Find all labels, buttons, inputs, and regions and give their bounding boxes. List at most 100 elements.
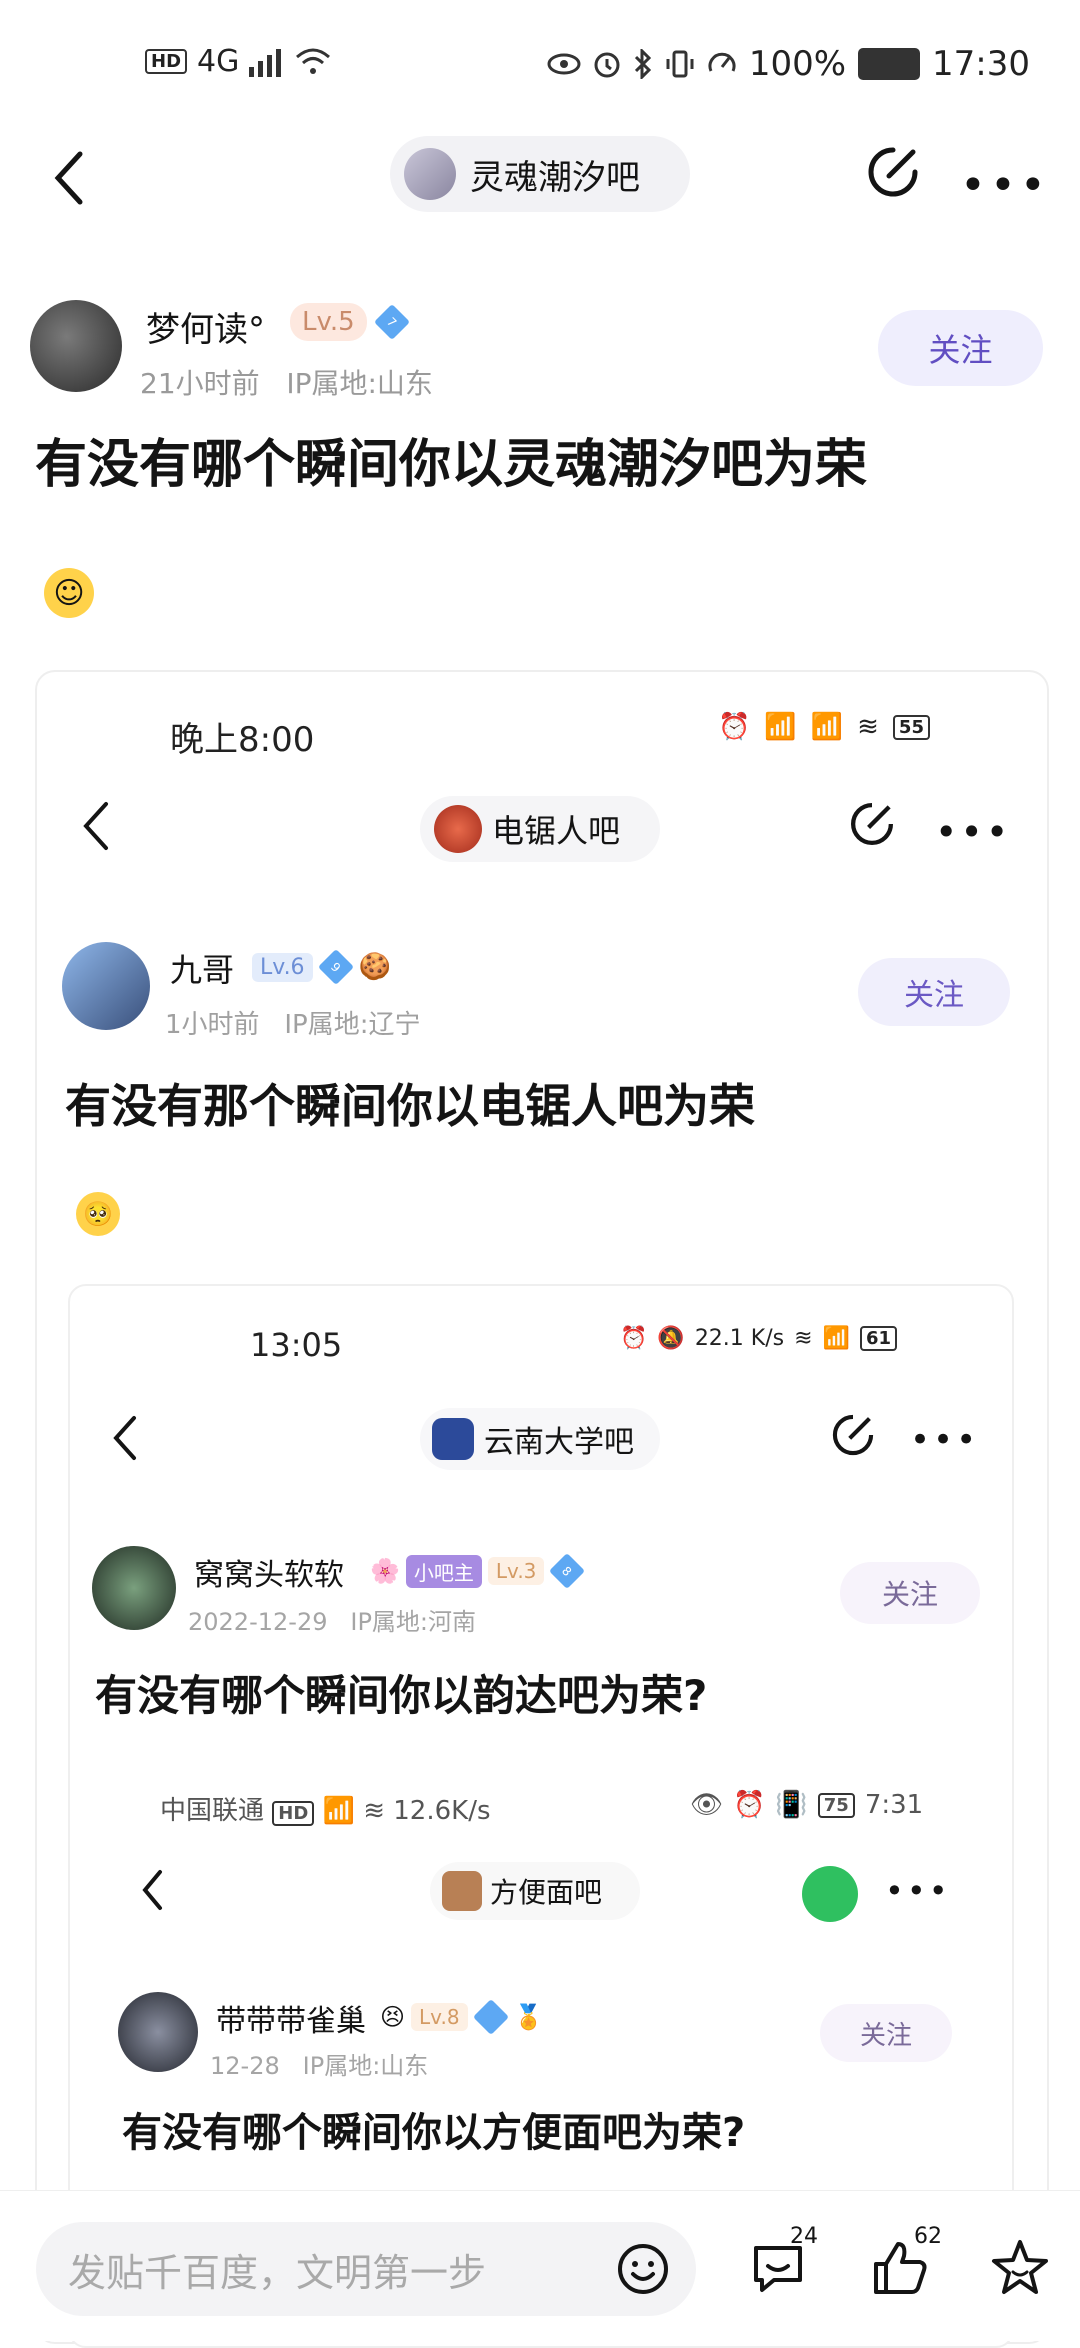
embed2-battery: 61 (859, 1326, 897, 1351)
embed2-wifi-icon: ≋ (794, 1326, 813, 1351)
embed3-signal-icon: 📶 (322, 1796, 355, 1826)
embed2-date: 2022-12-29 (188, 1608, 328, 1636)
embed3-hd-icon: HD (272, 1801, 315, 1826)
embed2-rank-number: 8 (559, 1563, 576, 1579)
embed2-author-avatar (92, 1546, 176, 1630)
embed3-wechat-icon (802, 1866, 858, 1922)
more-icon[interactable]: ••• (960, 160, 1050, 211)
embed3-more-icon: ••• (885, 1872, 951, 1910)
embed1-ip: IP属地:辽宁 (284, 1010, 421, 1040)
author-avatar[interactable] (30, 300, 122, 392)
embed2-flower-icon: 🌸 (370, 1557, 400, 1585)
network-label: 4G (197, 44, 240, 79)
embed3-wifi-icon: ≋ (363, 1796, 385, 1826)
embed2-mod-tag: 小吧主 (405, 1554, 482, 1588)
embed2-time: 13:05 (250, 1326, 343, 1364)
embed3-title: 有没有哪个瞬间你以方便面吧为荣? (122, 2110, 746, 2156)
signal-icon (249, 48, 282, 77)
embed1-author-name: 九哥 (170, 951, 235, 989)
embed3-forum-pill: 方便面吧 (430, 1862, 640, 1920)
embed2-title: 有没有哪个瞬间你以韵达吧为荣? (95, 1671, 708, 1720)
embed3-forum-avatar (442, 1871, 482, 1911)
embed3-author-avatar (118, 1992, 198, 2072)
embed2-mute-icon: 🔕 (657, 1326, 685, 1351)
embed3-author-name: 带带带雀巢 (216, 2004, 366, 2039)
embed1-battery: 55 (892, 714, 930, 740)
level-badge: Lv.5 (290, 303, 367, 341)
embed3-forum-name: 方便面吧 (490, 1876, 603, 1909)
status-right: 100% 17:30 (547, 44, 1030, 84)
embed3-net-speed: 12.6K/s (393, 1796, 491, 1826)
embed1-alarm-icon: ⏰ (718, 712, 751, 742)
follow-button[interactable]: 关注 (878, 310, 1043, 386)
embed1-back-icon (83, 802, 108, 850)
embed3-ip: IP属地:山东 (302, 2052, 429, 2080)
author-badges: Lv.5 7 (290, 303, 410, 341)
battery-percent: 100% (748, 44, 847, 84)
ip-location: IP属地:山东 (286, 367, 433, 400)
embed1-edit-icon (851, 803, 893, 845)
reply-input-placeholder: 发贴千百度，文明第一步 (68, 2250, 487, 2295)
embed3-rank-gem-icon (472, 1998, 509, 2036)
data-saver-icon (708, 52, 736, 72)
embed1-forum-avatar (434, 805, 482, 853)
embed3-badges: 😣 Lv.8 🏅 (380, 1998, 544, 2036)
embed1-badges: Lv.6 9 🍪 (252, 948, 391, 986)
time-ago: 21小时前 (140, 367, 260, 400)
embed1-forum-pill: 电锯人吧 (420, 796, 660, 862)
embed1-title: 有没有那个瞬间你以电锯人吧为荣 (65, 1079, 755, 1133)
embed3-medal-icon: 🏅 (513, 2003, 544, 2031)
embed1-rank-gem-icon: 9 (317, 948, 354, 986)
embed1-more-icon: ••• (935, 810, 1012, 854)
reply-input[interactable]: 发贴千百度，文明第一步 (36, 2222, 696, 2316)
embed2-more-icon: ••• (910, 1420, 980, 1460)
rank-gem-icon: 7 (373, 303, 410, 341)
embed3-meta: 12-28 IP属地:山东 (210, 2046, 428, 2081)
embed2-net-speed: 22.1 K/s (694, 1326, 785, 1351)
embed2-forum-avatar (432, 1418, 474, 1460)
embed2-level-badge: Lv.3 (487, 1557, 545, 1585)
embed2-rank-gem-icon: 8 (549, 1552, 586, 1590)
forum-name: 灵魂潮汐吧 (470, 157, 640, 198)
comment-count: 24 (790, 2224, 818, 2249)
embed2-status-icons: ⏰ 🔕 22.1 K/s ≋ 📶 61 (620, 1326, 897, 1351)
favorite-star-icon[interactable] (990, 2238, 1050, 2298)
embed2-edit-icon (832, 1414, 874, 1456)
like-count: 62 (914, 2224, 942, 2249)
embed2-alarm-icon: ⏰ (620, 1326, 648, 1351)
author-name[interactable]: 梦何读° (146, 302, 265, 351)
embed2-forum-pill: 云南大学吧 (420, 1408, 660, 1470)
vibrate-icon (666, 50, 694, 78)
status-bar: HD 4G 100% 17:30 (0, 0, 1080, 130)
clock: 17:30 (932, 44, 1030, 84)
eye-icon (547, 53, 581, 75)
embed2-meta: 2022-12-29 IP属地:河南 (188, 1602, 476, 1637)
bluetooth-icon (634, 49, 651, 79)
embed3-eye-icon: 👁 (690, 1790, 724, 1820)
battery-icon (858, 48, 921, 80)
embed1-signal2-icon: 📶 (810, 712, 844, 742)
emoji-picker-icon[interactable] (616, 2242, 670, 2296)
forum-avatar (404, 148, 456, 200)
embed2-back-icon (113, 1416, 136, 1460)
embed1-signal-icon: 📶 (764, 712, 797, 742)
embed3-carrier: 中国联通 (160, 1796, 265, 1826)
back-icon[interactable] (50, 148, 90, 208)
embed1-follow-button: 关注 (858, 958, 1010, 1026)
forum-pill[interactable]: 灵魂潮汐吧 (390, 136, 690, 212)
embed3-alarm-icon: ⏰ (733, 1790, 766, 1820)
embed2-signal-icon: 📶 (822, 1326, 850, 1351)
embed3-status-left: 中国联通 HD 📶 ≋ 12.6K/s (160, 1790, 491, 1827)
embed1-time-ago: 1小时前 (165, 1010, 260, 1040)
embed1-wifi-icon: ≋ (857, 712, 879, 742)
embed1-author-avatar (62, 942, 150, 1030)
edit-icon[interactable] (865, 144, 921, 200)
embed3-battery: 75 (817, 1792, 855, 1818)
embed1-meta: 1小时前 IP属地:辽宁 (165, 1004, 420, 1041)
embed3-sad-emoji-icon: 😣 (380, 2003, 406, 2031)
embed1-forum-name: 电锯人吧 (492, 812, 621, 850)
post-title: 有没有哪个瞬间你以灵魂潮汐吧为荣 (35, 435, 868, 495)
embed1-status-icons: ⏰ 📶 📶 ≋ 55 (718, 712, 930, 742)
embed3-vibrate-icon: 📳 (775, 1790, 808, 1820)
embed3-follow-button: 关注 (820, 2004, 952, 2062)
